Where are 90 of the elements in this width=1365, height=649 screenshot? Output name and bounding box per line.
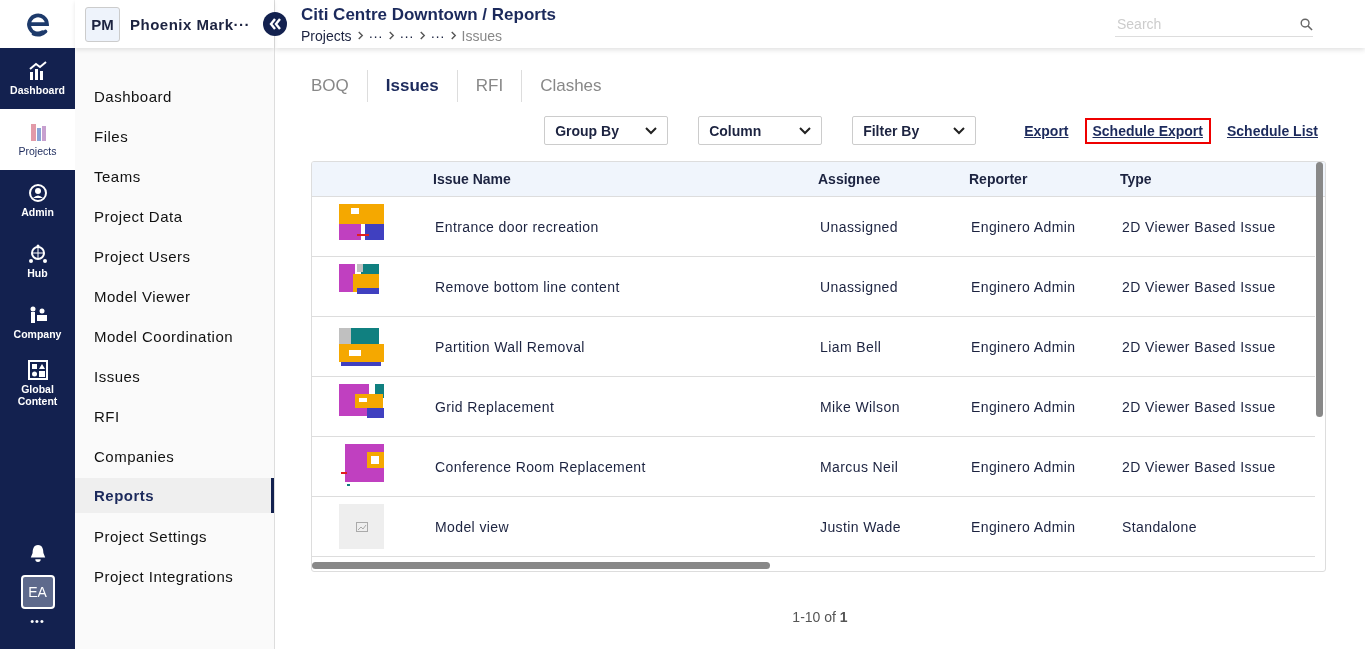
rail-label: Dashboard [10, 84, 65, 96]
tab[interactable]: BOQ [311, 70, 367, 102]
tab[interactable]: Clashes [521, 70, 620, 102]
tab[interactable]: RFI [456, 70, 522, 102]
table-cell-text: 2D Viewer Based Issue [1121, 458, 1277, 475]
nav-item[interactable]: RFI [75, 396, 274, 436]
rail-label: Admin [21, 206, 54, 218]
chevron-icon [356, 31, 364, 40]
project-name[interactable]: Phoenix Mark··· [130, 15, 250, 33]
table-cell-text: Enginero Admin [970, 278, 1077, 295]
table-cell-text: Enginero Admin [970, 518, 1077, 535]
table-cell-text: 2D Viewer Based Issue [1121, 398, 1277, 415]
table-cell-text: Model view [434, 518, 511, 535]
dropdown[interactable]: Group By [544, 116, 669, 145]
table-cell-text: Enginero Admin [970, 458, 1077, 475]
image-icon [355, 521, 368, 532]
nav-item[interactable]: Project Data [75, 196, 274, 236]
scrollbar[interactable] [312, 562, 770, 569]
nav-item[interactable]: Model Viewer [75, 276, 274, 316]
rail-item[interactable]: Global Content [0, 353, 75, 414]
tab[interactable]: Issues [366, 70, 457, 102]
table-cell-text: Partition Wall Removal [434, 338, 586, 355]
rail-item[interactable]: Company [0, 292, 75, 353]
nav-item[interactable]: Model Coordination [75, 316, 274, 356]
rail-icon [27, 244, 48, 264]
caret-icon [645, 126, 658, 135]
table-cell-text: Liam Bell [819, 338, 883, 355]
dropdown[interactable]: Filter By [852, 116, 977, 145]
nav-item[interactable]: Project Users [75, 236, 274, 276]
nav-item[interactable]: Issues [75, 356, 274, 396]
table-cell-text: Unassigned [819, 278, 899, 295]
search-icon [1300, 17, 1313, 31]
table-cell-text: Enginero Admin [970, 398, 1077, 415]
rail-item[interactable]: Hub [0, 231, 75, 292]
rail-icon [27, 183, 48, 203]
table-cell-text: Conference Room Replacement [434, 458, 647, 475]
chevron-icon [387, 31, 395, 40]
nav-item[interactable]: Project Integrations [75, 556, 274, 596]
export-link[interactable]: Schedule Export [1084, 117, 1211, 144]
breadcrumb-link[interactable]: ··· [430, 27, 445, 44]
table-cell-text: Marcus Neil [819, 458, 900, 475]
nav-item[interactable]: Files [75, 116, 274, 156]
nav-item[interactable]: Reports [75, 478, 274, 513]
table-cell-text: Grid Replacement [434, 398, 556, 415]
table-cell-text: Standalone [1121, 518, 1198, 535]
pagination-text: 1-10 of 1 [792, 609, 848, 625]
nav-item[interactable]: Companies [75, 436, 274, 476]
collapse-icon[interactable] [263, 12, 287, 36]
rail-label: Hub [27, 267, 48, 279]
chevron-icon [418, 31, 426, 40]
table-cell-text: Entrance door recreation [434, 218, 600, 235]
chevron-icon [449, 31, 457, 40]
nav-item[interactable]: Project Settings [75, 516, 274, 556]
breadcrumb-link[interactable]: Projects [301, 27, 352, 44]
column-header[interactable]: Issue Name [433, 171, 818, 187]
table-cell-text: 2D Viewer Based Issue [1121, 278, 1277, 295]
table-cell-text: Remove bottom line content [434, 278, 621, 295]
scrollbar[interactable] [1316, 162, 1323, 417]
user-avatar[interactable]: EA [20, 575, 55, 609]
table-cell-text: Enginero Admin [970, 338, 1077, 355]
column-header[interactable]: Assignee [818, 171, 969, 187]
rail-item[interactable]: Projects [0, 109, 75, 170]
export-link[interactable]: Export [1016, 117, 1077, 144]
breadcrumb-link[interactable]: ··· [399, 27, 414, 44]
caret-icon [799, 126, 812, 135]
rail-icon [27, 360, 48, 380]
caret-icon [953, 126, 966, 135]
nav-item[interactable]: Dashboard [75, 76, 274, 116]
column-header[interactable]: Type [1120, 171, 1310, 187]
table-cell-text: Enginero Admin [970, 218, 1077, 235]
bell-icon[interactable] [28, 543, 47, 563]
nav-item[interactable]: Teams [75, 156, 274, 196]
page-title: Citi Centre Downtown / Reports [301, 4, 556, 25]
table-cell-text: 2D Viewer Based Issue [1121, 218, 1277, 235]
dropdown[interactable]: Column [698, 116, 823, 145]
table-cell-text: 2D Viewer Based Issue [1121, 338, 1277, 355]
rail-item[interactable]: Dashboard [0, 48, 75, 109]
table-cell-text: Justin Wade [819, 518, 902, 535]
rail-icon [27, 61, 48, 81]
breadcrumb-link[interactable]: ··· [368, 27, 383, 44]
rail-label: Global Content [16, 383, 59, 407]
rail-item[interactable]: Admin [0, 170, 75, 231]
column-header[interactable]: Reporter [969, 171, 1120, 187]
rail-label: Projects [18, 145, 57, 157]
export-link[interactable]: Schedule List [1218, 117, 1326, 144]
project-badge: PM [85, 6, 120, 42]
table-cell-text: Unassigned [819, 218, 899, 235]
more-button[interactable]: ••• [30, 615, 45, 627]
rail-label: Company [13, 328, 62, 340]
table-cell-text: Mike Wilson [819, 398, 901, 415]
